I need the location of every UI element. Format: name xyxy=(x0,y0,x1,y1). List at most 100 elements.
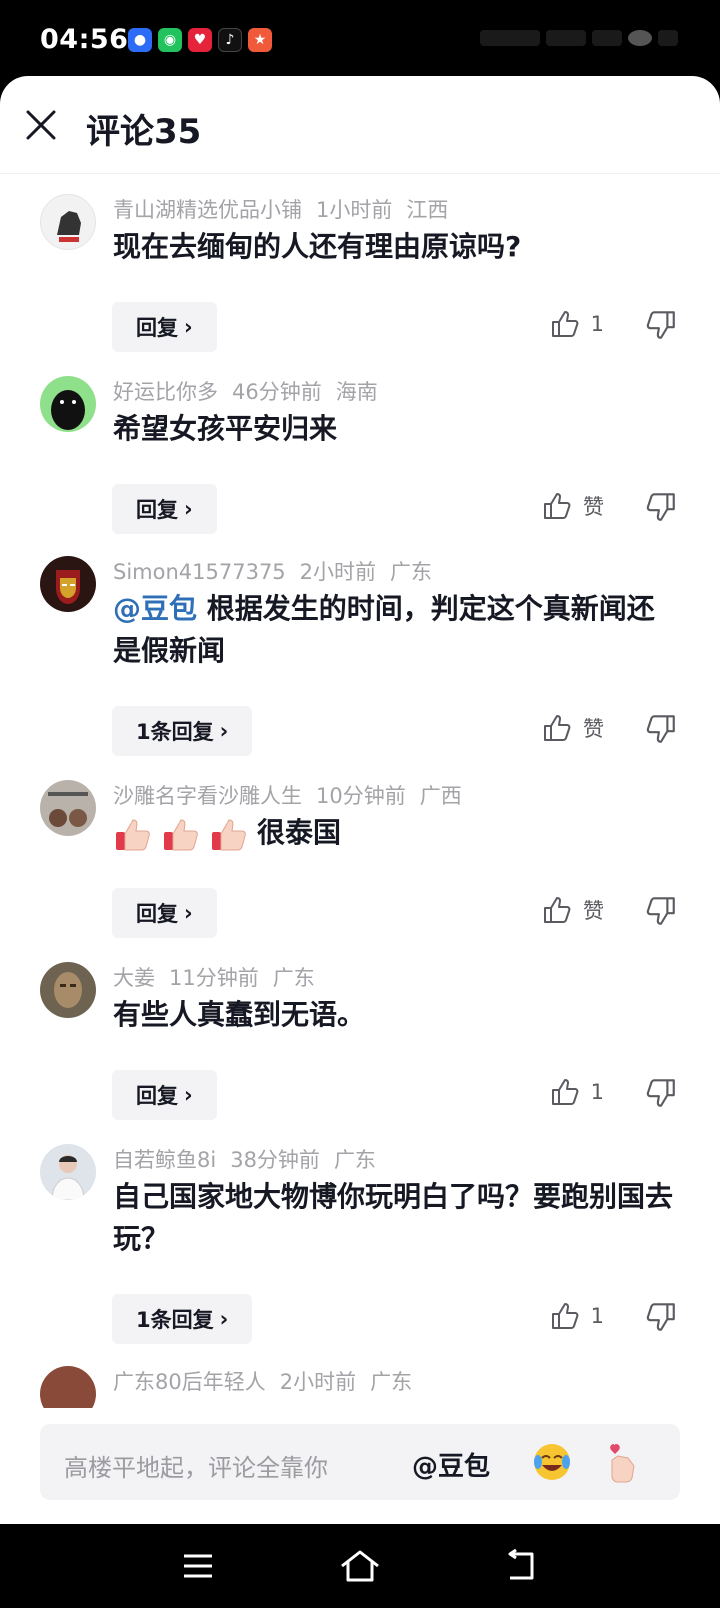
chevron-right-icon: › xyxy=(184,1083,193,1107)
status-time: 04:56 xyxy=(40,24,129,55)
comment-count-title: 评论35 xyxy=(86,112,202,152)
sheet-header: 评论35 xyxy=(0,76,720,174)
comment-meta: 自若鲸鱼8i 38分钟前 广东 xyxy=(113,1144,390,1174)
comment-username[interactable]: 青山湖精选优品小铺 xyxy=(113,198,302,222)
reply-label: 回复 xyxy=(136,902,178,926)
comment-text: 现在去缅甸的人还有理由原谅吗? xyxy=(113,226,673,268)
status-indicators xyxy=(458,30,678,50)
thumbs-down-icon[interactable] xyxy=(644,490,678,524)
comment-text: 有些人真蠢到无语。 xyxy=(113,994,673,1036)
comment-body: 希望女孩平安归来 xyxy=(113,412,338,445)
laughing-crying-emoji[interactable] xyxy=(530,1440,574,1484)
thumbs-up-emoji xyxy=(164,819,198,851)
comment-item: 自若鲸鱼8i 38分钟前 广东 自己国家地大物博你玩明白了吗？要跑别国去玩？ 1条回… xyxy=(0,1142,720,1344)
reply-button[interactable]: 回复 › xyxy=(112,302,217,352)
comment-body: 自己国家地大物博你玩明白了吗？要跑别国去玩？ xyxy=(113,1180,674,1255)
wechat-icon: ◉ xyxy=(158,28,182,52)
thumbs-up-icon xyxy=(551,1079,579,1105)
comment-input[interactable]: 高楼平地起，评论全靠你 @豆包 xyxy=(40,1424,680,1500)
comment-item: 沙雕名字看沙雕人生 10分钟前 广西 很泰国 回复 › 赞 xyxy=(0,778,720,938)
comment-username[interactable]: 广东80后年轻人 xyxy=(113,1370,266,1394)
comment-meta: 广东80后年轻人 2小时前 广东 xyxy=(113,1366,426,1396)
comment-time: 2小时前 xyxy=(279,1370,357,1394)
comment-time: 11分钟前 xyxy=(169,966,259,990)
like-button[interactable]: 赞 xyxy=(541,712,604,744)
comment-username[interactable]: 自若鲸鱼8i xyxy=(113,1148,216,1172)
comment-username[interactable]: Simon41577375 xyxy=(113,560,286,584)
like-button[interactable]: 1 xyxy=(549,1300,604,1332)
finger-heart-emoji[interactable] xyxy=(600,1440,644,1484)
mention-doubao-button[interactable]: @豆包 xyxy=(412,1446,490,1483)
comment-time: 2小时前 xyxy=(299,560,377,584)
game-icon: ★ xyxy=(248,28,272,52)
comment-location: 广东 xyxy=(333,1148,376,1172)
comment-item: 大姜 11分钟前 广东 有些人真蠢到无语。 回复 › 1 xyxy=(0,960,720,1120)
comment-meta: 大姜 11分钟前 广东 xyxy=(113,962,329,992)
comment-meta: 好运比你多 46分钟前 海南 xyxy=(113,376,392,406)
like-button[interactable]: 1 xyxy=(549,308,604,340)
thumbs-down-icon[interactable] xyxy=(644,1300,678,1334)
back-icon[interactable] xyxy=(498,1544,546,1588)
reply-button[interactable]: 回复 › xyxy=(112,1070,217,1120)
menu-icon[interactable] xyxy=(174,1544,222,1588)
comment-username[interactable]: 沙雕名字看沙雕人生 xyxy=(113,784,302,808)
thumbs-down-icon[interactable] xyxy=(644,712,678,746)
comment-text: 希望女孩平安归来 xyxy=(113,408,673,450)
comment-body: 有些人真蠢到无语。 xyxy=(113,998,366,1031)
thumbs-up-emoji xyxy=(212,819,246,851)
avatar[interactable] xyxy=(40,194,96,250)
comment-body: 很泰国 xyxy=(257,816,342,849)
baidu-icon: ● xyxy=(128,28,152,52)
reply-label: 1条回复 xyxy=(136,720,214,744)
thumbs-up-icon xyxy=(544,715,571,741)
like-button[interactable]: 赞 xyxy=(541,894,604,926)
comment-body: 现在去缅甸的人还有理由原谅吗? xyxy=(113,230,522,263)
reply-button[interactable]: 回复 › xyxy=(112,484,217,534)
thumbs-up-icon xyxy=(551,1303,579,1329)
chevron-right-icon: › xyxy=(184,315,193,339)
thumbs-down-icon[interactable] xyxy=(644,308,678,342)
comment-text: 很泰国 xyxy=(113,812,673,854)
thumbs-up-icon xyxy=(544,493,571,519)
comment-list[interactable]: 青山湖精选优品小铺 1小时前 江西 现在去缅甸的人还有理由原谅吗? 回复 › 1 好运… xyxy=(0,174,720,1484)
comment-input-placeholder: 高楼平地起，评论全靠你 xyxy=(64,1454,328,1482)
comment-text: @豆包 根据发生的时间，判定这个真新闻还是假新闻 xyxy=(113,588,673,672)
reply-button[interactable]: 回复 › xyxy=(112,888,217,938)
avatar[interactable] xyxy=(40,780,96,836)
thumbs-down-icon[interactable] xyxy=(644,1076,678,1110)
reply-label: 1条回复 xyxy=(136,1308,214,1332)
avatar[interactable] xyxy=(40,556,96,612)
reply-label: 回复 xyxy=(136,316,178,340)
comment-time: 10分钟前 xyxy=(316,784,406,808)
avatar[interactable] xyxy=(40,376,96,432)
status-bar: 04:56 ● ◉ ♥ ♪ ★ xyxy=(0,0,720,80)
view-replies-button[interactable]: 1条回复 › xyxy=(112,706,253,756)
comment-location: 广东 xyxy=(272,966,315,990)
home-icon[interactable] xyxy=(336,1544,384,1588)
like-button[interactable]: 1 xyxy=(549,1076,604,1108)
view-replies-button[interactable]: 1条回复 › xyxy=(112,1294,253,1344)
like-count: 赞 xyxy=(583,717,604,741)
close-icon[interactable] xyxy=(24,108,58,142)
comment-location: 广东 xyxy=(390,560,433,584)
reply-label: 回复 xyxy=(136,1084,178,1108)
mention-link[interactable]: @豆包 xyxy=(113,592,197,625)
thumbs-down-icon[interactable] xyxy=(644,894,678,928)
system-nav-bar xyxy=(0,1524,720,1608)
thumbs-up-icon xyxy=(551,311,579,337)
comment-username[interactable]: 好运比你多 xyxy=(113,380,218,404)
tiktok-icon: ♪ xyxy=(218,28,242,52)
comment-time: 1小时前 xyxy=(316,198,393,222)
avatar[interactable] xyxy=(40,962,96,1018)
chevron-right-icon: › xyxy=(219,1307,229,1331)
comment-location: 广西 xyxy=(419,784,462,808)
like-count: 赞 xyxy=(583,899,604,923)
status-app-icons: ● ◉ ♥ ♪ ★ xyxy=(128,28,272,52)
like-count: 赞 xyxy=(583,495,604,519)
chevron-right-icon: › xyxy=(219,719,229,743)
like-button[interactable]: 赞 xyxy=(541,490,604,522)
comment-item: Simon41577375 2小时前 广东 @豆包 根据发生的时间，判定这个真新闻还… xyxy=(0,554,720,756)
comment-username[interactable]: 大姜 xyxy=(113,966,155,990)
avatar[interactable] xyxy=(40,1144,96,1200)
thumbs-up-emoji xyxy=(116,819,150,851)
